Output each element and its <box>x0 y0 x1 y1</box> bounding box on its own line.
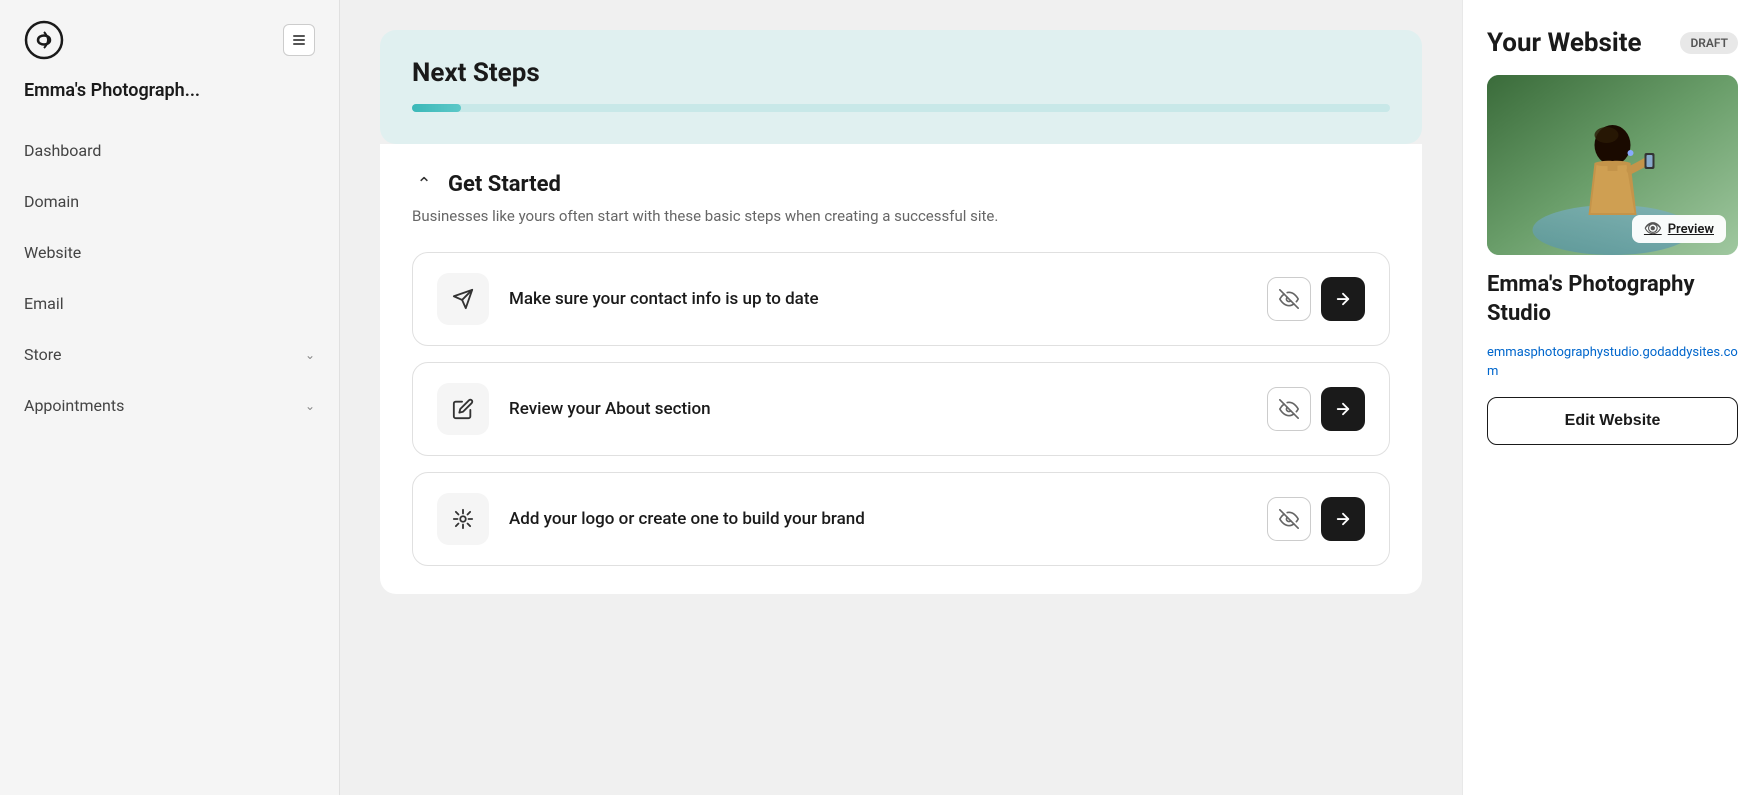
contact-icon-box <box>437 273 489 325</box>
sidebar-item-website[interactable]: Website <box>0 227 339 278</box>
main-content: Next Steps ⌃ Get Started Businesses like… <box>340 0 1462 795</box>
sidebar-item-store-label: Store <box>24 345 61 364</box>
step-label-contact: Make sure your contact info is up to dat… <box>509 289 1247 309</box>
progress-bar-fill <box>412 104 461 112</box>
send-icon <box>452 288 474 310</box>
step-actions-about <box>1267 387 1365 431</box>
edit-icon <box>452 398 474 420</box>
arrow-right-icon-3 <box>1334 510 1352 528</box>
sidebar-nav: Dashboard Domain Website Email Store ⌄ A… <box>0 125 339 775</box>
site-name: Emma's Photograph... <box>0 80 339 125</box>
step-card-logo: Add your logo or create one to build you… <box>412 472 1390 566</box>
edit-website-button[interactable]: Edit Website <box>1487 397 1738 445</box>
step-label-about: Review your About section <box>509 399 1247 419</box>
preview-eye-icon: 👁 <box>1644 221 1662 237</box>
preview-label: Preview <box>1668 222 1714 237</box>
sidebar-item-domain[interactable]: Domain <box>0 176 339 227</box>
sparkle-icon <box>452 508 474 530</box>
collapse-sidebar-button[interactable] <box>283 24 315 56</box>
get-started-description: Businesses like yours often start with t… <box>412 205 1390 228</box>
eye-off-icon-2 <box>1279 399 1299 419</box>
step-actions-contact <box>1267 277 1365 321</box>
website-name: Emma's Photography Studio <box>1487 271 1738 328</box>
step-actions-logo <box>1267 497 1365 541</box>
next-steps-card: Next Steps <box>380 30 1422 144</box>
hide-about-button[interactable] <box>1267 387 1311 431</box>
sidebar-item-appointments-label: Appointments <box>24 396 124 415</box>
step-label-logo: Add your logo or create one to build you… <box>509 509 1247 529</box>
go-about-button[interactable] <box>1321 387 1365 431</box>
eye-off-icon <box>1279 289 1299 309</box>
get-started-collapse-button[interactable]: ⌃ <box>412 173 436 197</box>
sidebar-item-website-label: Website <box>24 243 81 262</box>
sidebar-item-email[interactable]: Email <box>0 278 339 329</box>
draft-badge: DRAFT <box>1680 32 1738 54</box>
sidebar-item-domain-label: Domain <box>24 192 79 211</box>
your-website-title: Your Website <box>1487 28 1642 59</box>
eye-off-icon-3 <box>1279 509 1299 529</box>
arrow-right-icon-2 <box>1334 400 1352 418</box>
sidebar-item-dashboard-label: Dashboard <box>24 141 101 160</box>
get-started-section: ⌃ Get Started Businesses like yours ofte… <box>380 144 1422 594</box>
right-panel: Your Website DRAFT <box>1462 0 1762 795</box>
right-panel-header: Your Website DRAFT <box>1487 28 1738 59</box>
hide-contact-button[interactable] <box>1267 277 1311 321</box>
step-card-about: Review your About section <box>412 362 1390 456</box>
edit-icon-box <box>437 383 489 435</box>
appointments-chevron-icon: ⌄ <box>305 399 315 413</box>
step-card-contact: Make sure your contact info is up to dat… <box>412 252 1390 346</box>
hide-logo-button[interactable] <box>1267 497 1311 541</box>
website-url: emmasphotographystudio.godaddysites.com <box>1487 344 1738 380</box>
logo-icon-box <box>437 493 489 545</box>
progress-bar-container <box>412 104 1390 112</box>
go-contact-button[interactable] <box>1321 277 1365 321</box>
sidebar-item-appointments[interactable]: Appointments ⌄ <box>0 380 339 431</box>
sidebar-item-email-label: Email <box>24 294 64 313</box>
store-chevron-icon: ⌄ <box>305 348 315 362</box>
preview-overlay[interactable]: 👁 Preview <box>1632 215 1726 243</box>
sidebar-item-store[interactable]: Store ⌄ <box>0 329 339 380</box>
go-logo-button[interactable] <box>1321 497 1365 541</box>
arrow-right-icon <box>1334 290 1352 308</box>
get-started-title: Get Started <box>448 172 561 197</box>
godaddy-logo <box>24 20 64 60</box>
sidebar-item-dashboard[interactable]: Dashboard <box>0 125 339 176</box>
sidebar-header <box>0 20 339 80</box>
get-started-header: ⌃ Get Started <box>412 172 1390 197</box>
sidebar: Emma's Photograph... Dashboard Domain We… <box>0 0 340 795</box>
website-preview-image: 👁 Preview <box>1487 75 1738 255</box>
next-steps-title: Next Steps <box>412 58 1390 88</box>
